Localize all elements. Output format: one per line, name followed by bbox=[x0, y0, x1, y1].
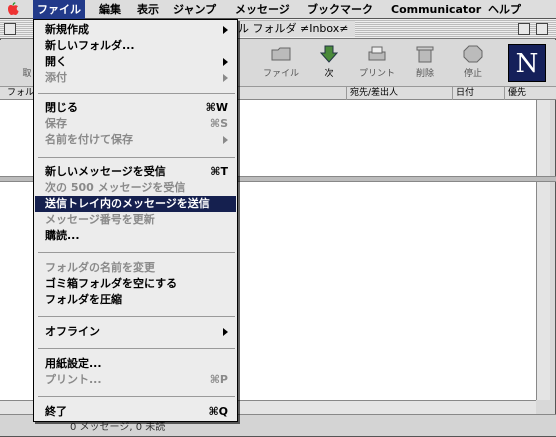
menu-item-get-next-500: 次の 500 メッセージを受信 bbox=[35, 180, 236, 196]
submenu-arrow-icon bbox=[223, 136, 228, 144]
stop-icon bbox=[463, 45, 483, 63]
menu-item-save: 保存 ⌘S bbox=[35, 116, 236, 132]
menu-separator bbox=[38, 396, 235, 397]
get-msg-label: 取 bbox=[22, 69, 32, 79]
menu-help[interactable]: ヘルプ bbox=[484, 0, 525, 19]
menu-bookmarks[interactable]: ブックマーク bbox=[303, 0, 377, 19]
menu-item-label: メッセージ番号を更新 bbox=[45, 213, 155, 226]
menu-item-label: 閉じる bbox=[45, 101, 78, 114]
menu-item-label: 保存 bbox=[45, 117, 67, 130]
menu-separator bbox=[38, 93, 235, 94]
menu-item-label: 終了 bbox=[45, 405, 67, 418]
submenu-arrow-icon bbox=[223, 74, 228, 82]
menu-item-page-setup[interactable]: 用紙設定... bbox=[35, 356, 236, 372]
menu-item-label: プリント... bbox=[45, 373, 102, 386]
menu-item-label: 添付 bbox=[45, 71, 67, 84]
menu-go[interactable]: ジャンプ bbox=[169, 0, 220, 19]
next-button[interactable]: 次 bbox=[306, 44, 352, 79]
list-scrollbar[interactable] bbox=[536, 100, 550, 176]
column-priority[interactable]: 優先 bbox=[504, 87, 536, 100]
menu-item-new-folder[interactable]: 新しいフォルダ... bbox=[35, 38, 236, 54]
menu-view[interactable]: 表示 bbox=[133, 0, 163, 19]
netscape-logo[interactable]: N bbox=[508, 44, 546, 82]
menu-item-label: ゴミ箱フォルダを空にする bbox=[45, 277, 178, 290]
menu-item-send-unsent[interactable]: 送信トレイ内のメッセージを送信 bbox=[35, 196, 236, 212]
submenu-arrow-icon bbox=[223, 328, 228, 336]
menu-item-label: 新規作成 bbox=[45, 23, 89, 36]
menu-separator bbox=[38, 252, 235, 253]
menu-item-shortcut: ⌘P bbox=[209, 373, 228, 386]
menu-separator bbox=[38, 157, 235, 158]
menu-item-label: 購読... bbox=[45, 229, 80, 242]
preview-scrollbar[interactable] bbox=[536, 182, 550, 400]
column-date[interactable]: 日付 bbox=[452, 87, 506, 100]
menu-item-shortcut: ⌘W bbox=[205, 101, 228, 114]
menu-item-get-messages[interactable]: 新しいメッセージを受信 ⌘T bbox=[35, 164, 236, 180]
collapse-box-icon[interactable] bbox=[536, 23, 548, 35]
menu-item-label: オフライン bbox=[45, 325, 100, 338]
menu-item-label: フォルダの名前を変更 bbox=[45, 261, 155, 274]
menu-item-label: 名前を付けて保存 bbox=[45, 133, 133, 146]
menu-file[interactable]: ファイル bbox=[33, 0, 85, 19]
menu-item-subscribe[interactable]: 購読... bbox=[35, 228, 236, 244]
file-menu-dropdown: 新規作成 新しいフォルダ... 開く 添付 閉じる ⌘W 保存 ⌘S 名前を付けて保… bbox=[33, 19, 238, 422]
menu-item-label: 次の 500 メッセージを受信 bbox=[45, 181, 186, 194]
menu-message[interactable]: メッセージ bbox=[231, 0, 294, 19]
delete-label: 削除 bbox=[415, 69, 434, 79]
menu-item-shortcut: ⌘T bbox=[210, 165, 228, 178]
folder-icon bbox=[271, 47, 291, 61]
menu-item-shortcut: ⌘S bbox=[209, 117, 228, 130]
menu-separator bbox=[38, 316, 235, 317]
menu-item-quit[interactable]: 終了 ⌘Q bbox=[35, 404, 236, 420]
menu-item-compact-folder[interactable]: フォルダを圧縮 bbox=[35, 292, 236, 308]
menu-item-label: 送信トレイ内のメッセージを送信 bbox=[45, 197, 210, 210]
menu-separator bbox=[38, 348, 235, 349]
menu-communicator[interactable]: Communicator bbox=[387, 0, 485, 19]
menu-item-open[interactable]: 開く bbox=[35, 54, 236, 70]
menu-item-rename-folder: フォルダの名前を変更 bbox=[35, 260, 236, 276]
zoom-box-icon[interactable] bbox=[518, 23, 530, 35]
menu-item-close[interactable]: 閉じる ⌘W bbox=[35, 100, 236, 116]
printer-icon bbox=[368, 46, 386, 61]
print-label: プリント bbox=[358, 69, 395, 79]
close-box-icon[interactable] bbox=[4, 23, 16, 35]
column-folder[interactable]: フォル bbox=[4, 87, 34, 100]
file-button[interactable]: ファイル bbox=[258, 44, 304, 79]
menu-item-print: プリント... ⌘P bbox=[35, 372, 236, 388]
apple-menu-icon[interactable] bbox=[6, 2, 20, 16]
menu-item-new[interactable]: 新規作成 bbox=[35, 22, 236, 38]
next-arrow-icon bbox=[319, 45, 339, 63]
menu-item-attach: 添付 bbox=[35, 70, 236, 86]
column-sender[interactable]: 宛先/差出人 bbox=[346, 87, 438, 100]
submenu-arrow-icon bbox=[223, 26, 228, 34]
menu-edit[interactable]: 編集 bbox=[95, 0, 125, 19]
file-label: ファイル bbox=[262, 69, 299, 79]
menu-item-save-as: 名前を付けて保存 bbox=[35, 132, 236, 148]
stop-button[interactable]: 停止 bbox=[450, 44, 496, 79]
menu-item-label: 用紙設定... bbox=[45, 357, 102, 370]
next-label: 次 bbox=[324, 69, 334, 79]
menu-bar: ファイル 編集 表示 ジャンプ メッセージ ブックマーク Communicato… bbox=[0, 0, 556, 19]
trash-icon bbox=[416, 46, 434, 63]
menu-item-offline[interactable]: オフライン bbox=[35, 324, 236, 340]
delete-button[interactable]: 削除 bbox=[402, 44, 448, 79]
menu-item-label: 開く bbox=[45, 55, 67, 68]
menu-item-label: 新しいメッセージを受信 bbox=[45, 165, 166, 178]
menu-item-update-count: メッセージ番号を更新 bbox=[35, 212, 236, 228]
menu-item-label: フォルダを圧縮 bbox=[45, 293, 122, 306]
print-button[interactable]: プリント bbox=[354, 44, 400, 79]
submenu-arrow-icon bbox=[223, 58, 228, 66]
menu-item-label: 新しいフォルダ... bbox=[45, 39, 135, 52]
window-title: ル フォルダ ≠Inbox≠ bbox=[232, 21, 355, 37]
stop-label: 停止 bbox=[463, 69, 482, 79]
menu-item-shortcut: ⌘Q bbox=[208, 405, 228, 418]
menu-item-empty-trash[interactable]: ゴミ箱フォルダを空にする bbox=[35, 276, 236, 292]
